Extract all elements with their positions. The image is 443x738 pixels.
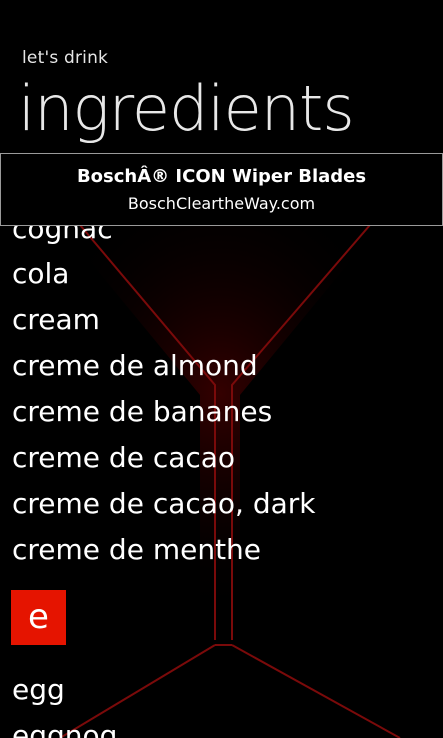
list-item[interactable]: cola [12,256,69,292]
page-title: ingredients [18,72,355,145]
list-item[interactable]: creme de bananes [12,394,272,430]
group-header-e[interactable]: e [11,590,66,645]
list-item[interactable]: eggnog [12,718,117,738]
list-item[interactable]: egg [12,672,65,708]
app-name: let's drink [22,48,109,68]
list-item[interactable]: creme de menthe [12,532,261,568]
ingredients-list[interactable]: cognac cola cream creme de almond creme … [0,140,443,738]
ad-title: BoschÂ® ICON Wiper Blades [76,166,367,187]
ad-url: BoschCleartheWay.com [127,194,316,213]
list-item[interactable]: cream [12,302,100,338]
list-item[interactable]: creme de cacao [12,440,235,476]
ad-banner[interactable]: BoschÂ® ICON Wiper Blades BoschCleartheW… [0,153,443,226]
list-item[interactable]: creme de cacao, dark [12,486,316,522]
list-item[interactable]: creme de almond [12,348,258,384]
